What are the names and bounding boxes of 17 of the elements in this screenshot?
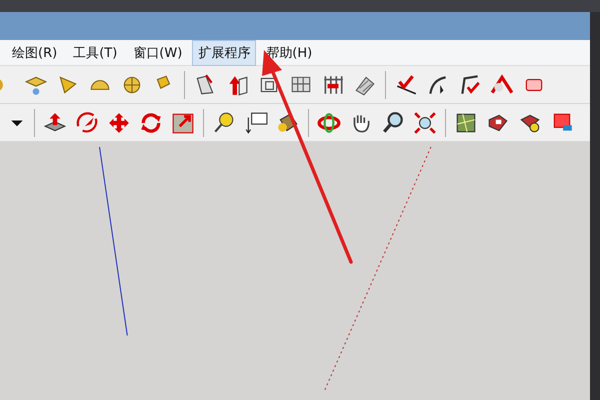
orbit-icon[interactable] bbox=[317, 110, 341, 134]
follow-me-icon[interactable] bbox=[75, 110, 99, 134]
map-icon[interactable] bbox=[454, 110, 478, 134]
roof-icon[interactable] bbox=[490, 72, 514, 96]
menu-item[interactable]: 扩展程序 bbox=[192, 40, 256, 66]
scale-icon[interactable] bbox=[171, 110, 195, 134]
zoom-extents-icon[interactable] bbox=[413, 110, 437, 134]
tape-measure-icon[interactable] bbox=[212, 110, 236, 134]
checkmark-line-icon[interactable] bbox=[394, 72, 418, 96]
rotate-icon[interactable] bbox=[139, 110, 163, 134]
zoom-icon[interactable] bbox=[381, 110, 405, 134]
text-label-icon[interactable] bbox=[244, 110, 268, 134]
menu-item[interactable]: 窗口(W) bbox=[127, 40, 188, 66]
menu-item[interactable]: 绘图(R) bbox=[6, 40, 64, 66]
menu-item[interactable]: 工具(T) bbox=[67, 40, 124, 66]
move-icon[interactable] bbox=[107, 110, 131, 134]
menu-item[interactable]: 帮助(H) bbox=[260, 40, 318, 66]
